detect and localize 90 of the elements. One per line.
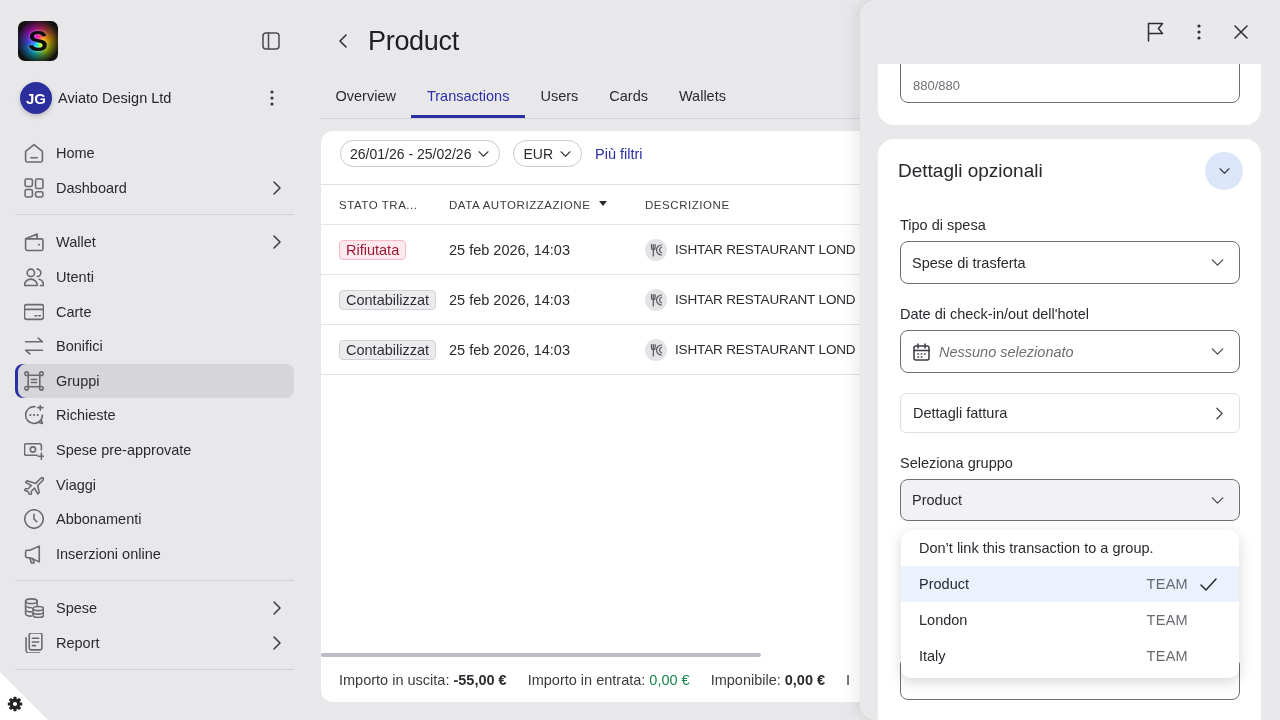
invoice-details-row[interactable]: Dettagli fattura [900,393,1240,433]
nav-item[interactable]: Spese pre-approvate [15,432,294,468]
utensils-icon [645,238,667,261]
tab[interactable]: Cards [593,78,664,118]
chevron-left-icon[interactable] [339,34,347,48]
nav-item[interactable]: Utenti [15,259,294,295]
tab[interactable]: Overview [320,78,412,118]
chevron-down-icon [560,150,571,157]
card-icon [24,301,44,322]
page-title: Product [368,25,459,57]
tab[interactable]: Wallets [663,78,742,118]
home-icon [24,143,44,164]
tab[interactable]: Users [524,78,594,118]
total-label: Imponibile: [710,671,781,688]
close-icon[interactable] [1234,25,1248,39]
calendar-icon [913,342,930,361]
grid-icon [24,177,44,198]
coins-icon [24,598,44,619]
dropdown-option[interactable]: London TEAM [901,602,1239,638]
chevron-down-icon [1211,496,1224,504]
nav-item[interactable]: Dashboard [15,170,294,206]
more-filters-link[interactable]: Più filtri [595,140,643,167]
banknote-plus-icon [24,440,44,461]
nav-item[interactable]: Abbonamenti [15,501,294,537]
status-badge: Rifiutata [339,239,407,260]
sidebar-toggle-icon[interactable] [262,32,280,50]
chat-plus-icon [24,405,44,426]
clock-icon [24,509,44,530]
field-label: Seleziona gruppo [900,454,1014,473]
total-label: Importo in uscita: [339,671,450,688]
app-logo[interactable]: S [18,21,58,61]
tab[interactable]: Transactions [411,78,525,118]
table-cell: ISHTAR RESTAURANT LOND [675,342,856,357]
table-cell: ISHTAR RESTAURANT LOND [675,242,856,257]
total-value: 0,00 € [649,671,690,688]
nav-item[interactable]: Viaggi [15,467,294,502]
more-icon[interactable] [1197,24,1201,40]
frame-icon [24,370,44,391]
avatar[interactable]: JG [20,82,52,114]
chevron-down-icon [1211,348,1224,355]
more-icon[interactable] [270,90,274,106]
total-value: 0,00 € [784,671,826,688]
nav-item[interactable]: Gruppi [15,363,294,399]
nav-item[interactable]: Richieste [15,398,294,433]
table-cell: 25 feb 2026, 14:03 [449,241,570,258]
dropdown-option[interactable]: Italy TEAM [901,638,1239,674]
nav-item[interactable]: Bonifici [15,328,294,364]
column-header[interactable]: DESCRIZIONE [645,198,860,211]
horizontal-scrollbar[interactable] [321,653,761,657]
arrows-icon [24,336,44,357]
select-field[interactable]: Spese di trasferta [900,241,1240,284]
nav-item[interactable]: Carte [15,294,294,329]
dropdown-option[interactable]: Product TEAM [901,566,1239,602]
utensils-icon [645,338,667,361]
wallet-icon [24,232,44,253]
chevron-down-icon [1218,168,1230,174]
nav-item[interactable]: Spese [15,591,294,626]
account-name[interactable]: Aviato Design Ltd [58,90,270,106]
column-header[interactable]: STATO TRA... [339,198,449,211]
plane-icon [24,474,44,495]
utensils-icon [645,288,667,311]
dropdown-option[interactable]: Don’t link this transaction to a group. [901,530,1239,566]
chevron-down-icon [478,150,490,157]
total-label: I [846,671,851,688]
character-counter: 880/880 [913,78,960,93]
users-icon [24,267,44,288]
table-cell: 25 feb 2026, 14:03 [449,341,570,358]
document-icon [24,633,44,653]
total-label: Importo in entrata: [527,671,646,688]
flag-icon[interactable] [1147,22,1164,42]
column-header[interactable]: DATA AUTORIZZAZIONE [449,198,645,211]
date-field[interactable]: Nessuno selezionato [900,330,1240,373]
section-title: Dettagli opzionali [898,160,1043,182]
text-area[interactable]: 880/880 [900,64,1240,103]
status-badge: Contabilizzat [339,339,436,360]
settings-icon[interactable] [0,672,48,720]
check-icon [1200,577,1217,591]
table-cell: 25 feb 2026, 14:03 [449,291,570,308]
select-field[interactable]: Product [900,479,1240,521]
chevron-down-icon [1211,259,1224,266]
nav-item[interactable]: Report [15,625,294,661]
status-badge: Contabilizzat [339,289,436,310]
chevron-right-icon [1216,406,1223,420]
field-label: Date di check-in/out dell'hotel [900,305,1090,324]
nav-item[interactable]: Wallet [15,225,294,260]
total-value: -55,00 € [453,671,507,688]
table-cell: ISHTAR RESTAURANT LOND [675,292,856,307]
nav-item[interactable]: Inserzioni online [15,536,294,572]
nav-item[interactable]: Home [15,136,294,171]
field-label: Tipo di spesa [900,216,987,235]
